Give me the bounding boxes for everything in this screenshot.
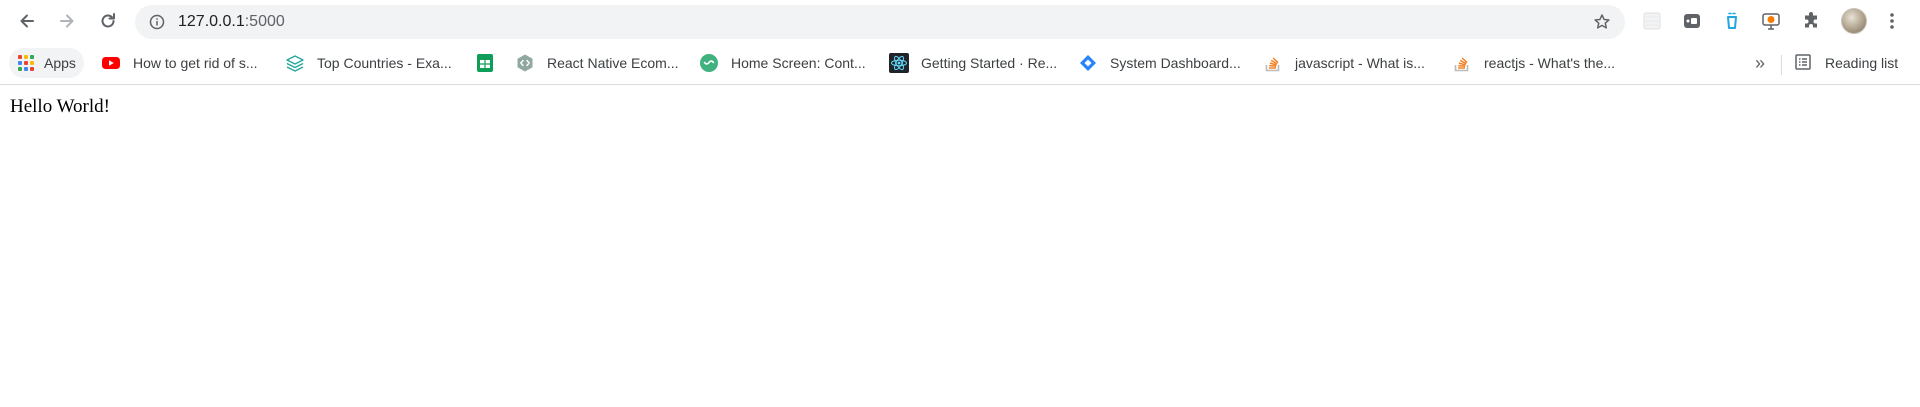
reading-list-label: Reading list bbox=[1825, 55, 1899, 71]
bookmark-react-native-ecom[interactable]: React Native Ecom... bbox=[515, 51, 679, 75]
bookmarks-divider bbox=[1781, 55, 1782, 75]
bookmark-label: Apps bbox=[44, 55, 76, 71]
url-host: 127.0.0.1 bbox=[178, 13, 245, 30]
bookmarks-bar: Apps How to get rid of s... Top Countrie… bbox=[0, 45, 1920, 85]
apps-grid-icon bbox=[18, 55, 34, 71]
green-circle-icon bbox=[699, 53, 719, 73]
code-hex-icon bbox=[515, 53, 535, 73]
bookmark-system-dashboard[interactable]: System Dashboard... bbox=[1078, 51, 1241, 75]
bookmark-star-icon[interactable] bbox=[1593, 13, 1611, 31]
bookmark-label: Getting Started · Re... bbox=[921, 55, 1058, 71]
layers-icon bbox=[285, 53, 305, 73]
bookmark-google-sheets[interactable] bbox=[475, 51, 495, 75]
bookmark-label: reactjs - What's the... bbox=[1484, 55, 1616, 71]
url-port: :5000 bbox=[244, 13, 285, 30]
back-button[interactable] bbox=[12, 6, 42, 36]
menu-kebab-icon[interactable] bbox=[1882, 11, 1902, 31]
google-sheets-icon bbox=[475, 53, 495, 73]
page-body-text: Hello World! bbox=[10, 96, 110, 117]
address-bar[interactable]: 127.0.0.1:5000 bbox=[135, 5, 1625, 39]
bookmark-youtube[interactable]: How to get rid of s... bbox=[101, 51, 258, 75]
jira-diamond-icon bbox=[1078, 53, 1098, 73]
extension-blank-icon[interactable] bbox=[1642, 11, 1662, 31]
forward-button[interactable] bbox=[52, 6, 82, 36]
browser-toolbar: 127.0.0.1:5000 bbox=[0, 0, 1920, 44]
bookmark-label: Home Screen: Cont... bbox=[731, 55, 866, 71]
bookmark-label: How to get rid of s... bbox=[133, 55, 258, 71]
bookmark-label: System Dashboard... bbox=[1110, 55, 1241, 71]
site-info-icon[interactable] bbox=[149, 14, 165, 30]
extension-cup-icon[interactable] bbox=[1722, 11, 1742, 31]
reading-list-icon bbox=[1793, 52, 1813, 75]
extension-puzzle-dark-icon[interactable] bbox=[1682, 11, 1702, 31]
bookmark-getting-started[interactable]: Getting Started · Re... bbox=[889, 51, 1057, 75]
extension-monitor-icon[interactable] bbox=[1761, 11, 1781, 31]
bookmark-home-screen[interactable]: Home Screen: Cont... bbox=[699, 51, 866, 75]
bookmark-reactjs-so[interactable]: reactjs - What's the... bbox=[1452, 51, 1615, 75]
bookmark-apps[interactable]: Apps bbox=[9, 48, 84, 78]
reload-icon bbox=[101, 13, 115, 28]
stackoverflow-icon bbox=[1263, 53, 1283, 73]
back-arrow-icon bbox=[20, 14, 34, 28]
bookmark-label: Top Countries - Exa... bbox=[317, 55, 452, 71]
bookmark-label: React Native Ecom... bbox=[547, 55, 679, 71]
reload-button[interactable] bbox=[93, 6, 123, 36]
bookmark-label: javascript - What is... bbox=[1295, 55, 1425, 71]
bookmarks-overflow-button[interactable]: » bbox=[1755, 53, 1765, 74]
profile-avatar[interactable] bbox=[1841, 8, 1867, 34]
bookmark-javascript-so[interactable]: javascript - What is... bbox=[1263, 51, 1425, 75]
youtube-icon bbox=[101, 53, 121, 73]
url-text[interactable]: 127.0.0.1:5000 bbox=[178, 13, 285, 31]
stackoverflow-icon bbox=[1452, 53, 1472, 73]
extensions-puzzle-icon[interactable] bbox=[1801, 11, 1821, 31]
forward-arrow-icon bbox=[60, 14, 74, 28]
bookmark-top-countries[interactable]: Top Countries - Exa... bbox=[285, 51, 452, 75]
react-icon bbox=[889, 53, 909, 73]
reading-list-button[interactable]: Reading list bbox=[1793, 51, 1898, 75]
